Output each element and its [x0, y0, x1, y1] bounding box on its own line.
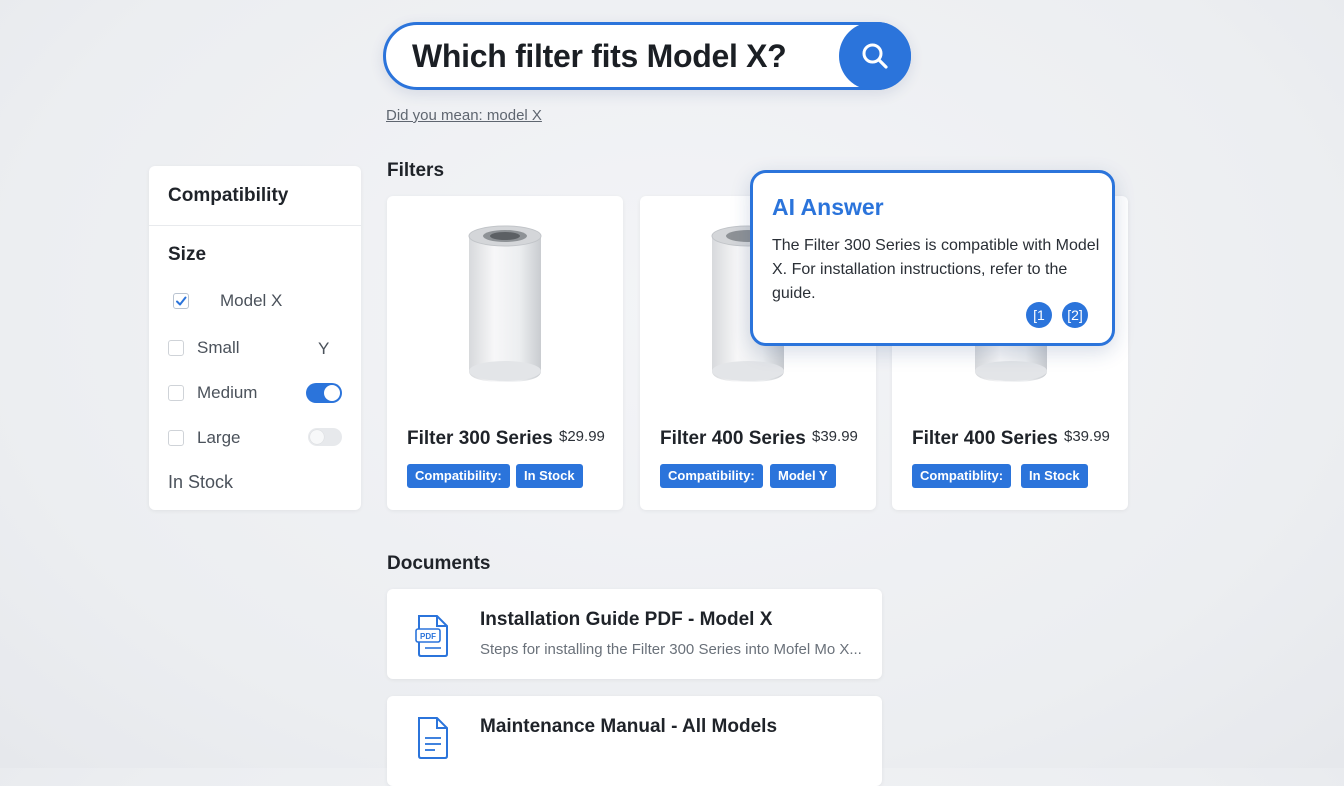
checkbox-large[interactable] [168, 430, 184, 446]
checkbox-small[interactable] [168, 340, 184, 356]
citation-2-button[interactable]: [2] [1062, 302, 1088, 328]
search-bar[interactable]: Which filter fits Model X? [383, 22, 911, 90]
size-heading: Size [168, 244, 207, 265]
compatibility-tag[interactable]: Compatibility: [660, 464, 763, 488]
option-label: Medium [197, 383, 258, 402]
search-button[interactable] [839, 22, 911, 90]
citation-1-button[interactable]: [1 [1026, 302, 1052, 328]
document-item[interactable]: Maintenance Manual - All Models [387, 696, 882, 786]
product-name: Filter 400 Series [660, 428, 806, 449]
option-label: Model X [220, 291, 283, 310]
checkbox-model-x[interactable] [173, 293, 189, 309]
document-item[interactable]: PDF Installation Guide PDF - Model X Ste… [387, 589, 882, 679]
document-title[interactable]: Installation Guide PDF - Model X [480, 609, 772, 631]
search-input[interactable]: Which filter fits Model X? [412, 38, 787, 75]
ai-answer-text: The Filter 300 Series is compatible with… [772, 237, 1100, 302]
option-label: Small [197, 338, 240, 357]
medium-toggle[interactable] [306, 383, 342, 403]
option-model-x[interactable]: Model X [168, 289, 282, 313]
large-toggle[interactable] [308, 428, 342, 446]
product-name: Filter 300 Series [407, 428, 553, 449]
sidebar-divider [149, 225, 361, 226]
ai-answer-title: AI Answer [772, 194, 884, 220]
option-label: Large [197, 428, 241, 447]
model-tag[interactable]: Model Y [770, 464, 836, 488]
status-tag[interactable]: In Stock [1021, 464, 1088, 488]
product-price: $39.99 [1064, 428, 1110, 445]
ai-answer-panel: AI Answer The Filter 300 Series is compa… [750, 170, 1115, 346]
product-name: Filter 400 Series [912, 428, 1058, 449]
svg-text:PDF: PDF [420, 632, 436, 641]
option-small[interactable]: Small [168, 336, 240, 360]
document-icon [415, 716, 451, 765]
filter-sidebar: Compatibility Size Model X Small Y Mediu… [149, 166, 361, 510]
product-price: $39.99 [812, 428, 858, 445]
product-image [387, 216, 623, 396]
compatibility-tag[interactable]: Compatiblity: [912, 464, 1012, 488]
option-large[interactable]: Large [168, 426, 240, 450]
toggle-knob [324, 385, 340, 401]
in-stock-filter[interactable]: In Stock [168, 472, 233, 493]
compatibility-tag[interactable]: Compatibility: [407, 464, 510, 488]
document-description: Steps for installing the Filter 300 Seri… [480, 641, 862, 658]
option-medium[interactable]: Medium [168, 381, 257, 405]
document-title[interactable]: Maintenance Manual - All Models [480, 716, 777, 738]
did-you-mean-link[interactable]: Did you mean: model X [386, 107, 542, 124]
documents-heading: Documents [387, 553, 491, 574]
checkbox-medium[interactable] [168, 385, 184, 401]
product-price: $29.99 [559, 428, 605, 445]
toggle-knob [310, 430, 324, 444]
pdf-file-icon: PDF [415, 614, 451, 663]
sidebar-title: Compatibility [168, 185, 289, 206]
option-extra-label: Y [318, 339, 330, 358]
search-icon [862, 43, 888, 69]
status-tag[interactable]: In Stock [516, 464, 583, 488]
checkmark-icon [176, 296, 187, 306]
filters-heading: Filters [387, 160, 445, 181]
product-card[interactable]: Filter 300 Series $29.99 Compatibility: … [387, 196, 623, 510]
